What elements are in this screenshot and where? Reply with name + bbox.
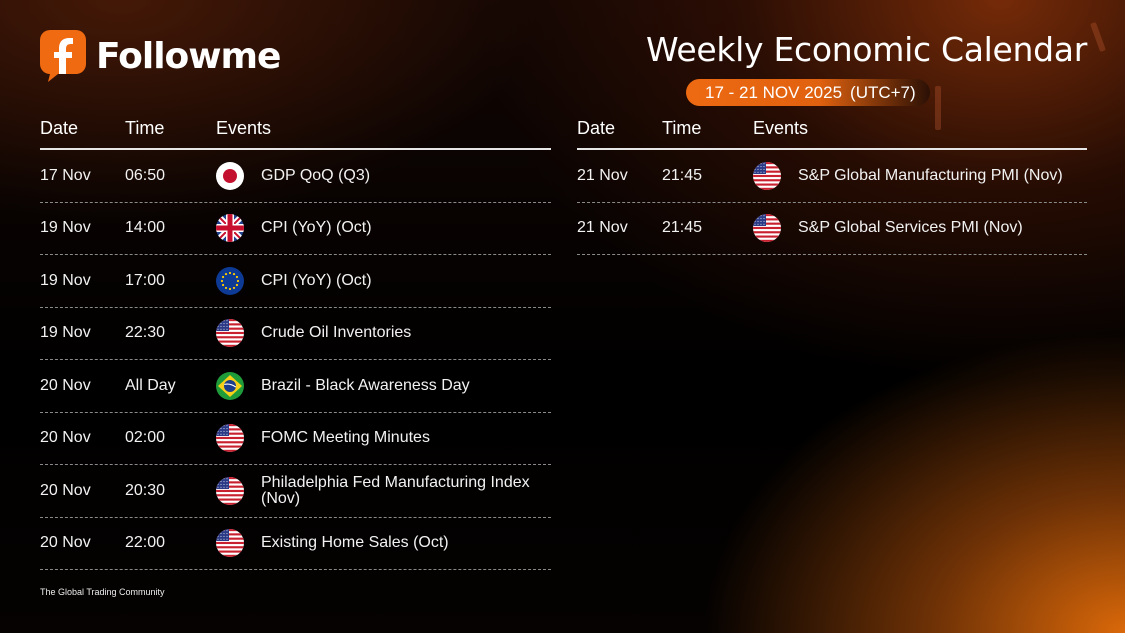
- event-cell: CPI (YoY) (Oct): [216, 266, 551, 295]
- event-date: 20 Nov: [40, 376, 91, 394]
- event-cell: Existing Home Sales (Oct): [216, 529, 551, 558]
- japan-flag-icon: [216, 161, 244, 190]
- date-range: 17 - 21 NOV 2025: [705, 82, 843, 102]
- header-events: Events: [753, 118, 809, 138]
- event-name: S&P Global Services PMI (Nov): [798, 219, 1023, 237]
- us-flag-icon: [216, 529, 244, 558]
- us-flag-icon: [216, 476, 244, 505]
- followme-logo-icon: [40, 30, 86, 82]
- header-time: Time: [125, 118, 165, 138]
- event-date: 19 Nov: [40, 324, 91, 342]
- event-name: Existing Home Sales (Oct): [261, 534, 449, 552]
- calendar-table-right: Date Time Events 21 Nov 21:45 S&P Global M…: [577, 118, 1087, 255]
- table-row: 21 Nov 21:45 S&P Global Manufacturing PMI …: [577, 150, 1087, 203]
- event-time: 17:00: [125, 271, 166, 289]
- event-time: All Day: [125, 376, 176, 394]
- eu-flag-icon: [216, 266, 244, 295]
- event-time: 21:45: [662, 219, 703, 237]
- brand-name: Followme: [96, 35, 281, 77]
- table-header: Date Time Events: [577, 118, 1087, 150]
- event-date: 17 Nov: [40, 166, 91, 184]
- us-flag-icon: [753, 214, 781, 243]
- event-cell: S&P Global Services PMI (Nov): [753, 214, 1087, 243]
- event-date: 21 Nov: [577, 219, 628, 237]
- event-cell: Crude Oil Inventories: [216, 319, 551, 348]
- event-name: GDP QoQ (Q3): [261, 166, 371, 184]
- event-date: 21 Nov: [577, 166, 628, 184]
- event-time: 02:00: [125, 429, 166, 447]
- brand-logo: Followme: [40, 30, 281, 82]
- event-name: FOMC Meeting Minutes: [261, 429, 430, 447]
- event-time: 06:50: [125, 166, 166, 184]
- us-flag-icon: [753, 161, 781, 190]
- event-name: Crude Oil Inventories: [261, 324, 412, 342]
- table-row: 17 Nov 06:50 GDP QoQ (Q3): [40, 150, 551, 203]
- event-cell: CPI (YoY) (Oct): [216, 214, 551, 243]
- event-name: S&P Global Manufacturing PMI (Nov): [798, 166, 1063, 184]
- table-row: 19 Nov 22:30 Crude Oil Inventories: [40, 308, 551, 360]
- page-title: Weekly Economic Calendar: [645, 30, 1087, 69]
- table-row: 21 Nov 21:45 S&P Global Services PMI (Nov): [577, 203, 1087, 255]
- event-name: Philadelphia Fed Manufacturing Index (No…: [261, 473, 530, 507]
- event-time: 20:30: [125, 481, 166, 499]
- timezone: (UTC+7): [850, 82, 916, 102]
- event-name: CPI (YoY) (Oct): [261, 219, 372, 237]
- header-date: Date: [40, 118, 79, 138]
- uk-flag-icon: [216, 214, 244, 243]
- event-time: 21:45: [662, 166, 703, 184]
- header-events: Events: [216, 118, 272, 138]
- calendar-table-left: Date Time Events 17 Nov 06:50 GDP QoQ (Q3)…: [40, 118, 551, 570]
- us-flag-icon: [216, 424, 244, 453]
- event-name: CPI (YoY) (Oct): [261, 271, 372, 289]
- event-cell: FOMC Meeting Minutes: [216, 424, 551, 453]
- header-date: Date: [577, 118, 616, 138]
- event-name: Brazil - Black Awareness Day: [261, 376, 470, 394]
- event-cell: Philadelphia Fed Manufacturing Index (No…: [216, 473, 551, 507]
- event-date: 20 Nov: [40, 481, 91, 499]
- event-cell: S&P Global Manufacturing PMI (Nov): [753, 161, 1087, 190]
- footer-tagline: The Global Trading Community: [40, 587, 165, 597]
- table-row: 19 Nov 17:00 CPI (YoY) (Oct): [40, 255, 551, 308]
- event-time: 22:00: [125, 534, 166, 552]
- event-date: 19 Nov: [40, 219, 91, 237]
- event-time: 22:30: [125, 324, 166, 342]
- table-row: 20 Nov 20:30 Philadelphia Fed Manufacturin…: [40, 465, 551, 518]
- event-cell: GDP QoQ (Q3): [216, 161, 551, 190]
- table-row: 20 Nov 02:00 FOMC Meeting Minutes: [40, 413, 551, 465]
- us-flag-icon: [216, 319, 244, 348]
- table-row: 19 Nov 14:00 CPI (YoY) (Oct): [40, 203, 551, 255]
- event-cell: Brazil - Black Awareness Day: [216, 371, 551, 400]
- event-date: 19 Nov: [40, 271, 91, 289]
- header-time: Time: [662, 118, 702, 138]
- event-time: 14:00: [125, 219, 166, 237]
- date-range-badge: 17 - 21 NOV 2025 (UTC+7): [686, 79, 930, 106]
- table-row: 20 Nov All Day Brazil - Black Awareness Da…: [40, 360, 551, 413]
- event-date: 20 Nov: [40, 429, 91, 447]
- brazil-flag-icon: [216, 371, 244, 400]
- table-header: Date Time Events: [40, 118, 551, 150]
- table-row: 20 Nov 22:00 Existing Home Sales (Oct): [40, 518, 551, 570]
- event-date: 20 Nov: [40, 534, 91, 552]
